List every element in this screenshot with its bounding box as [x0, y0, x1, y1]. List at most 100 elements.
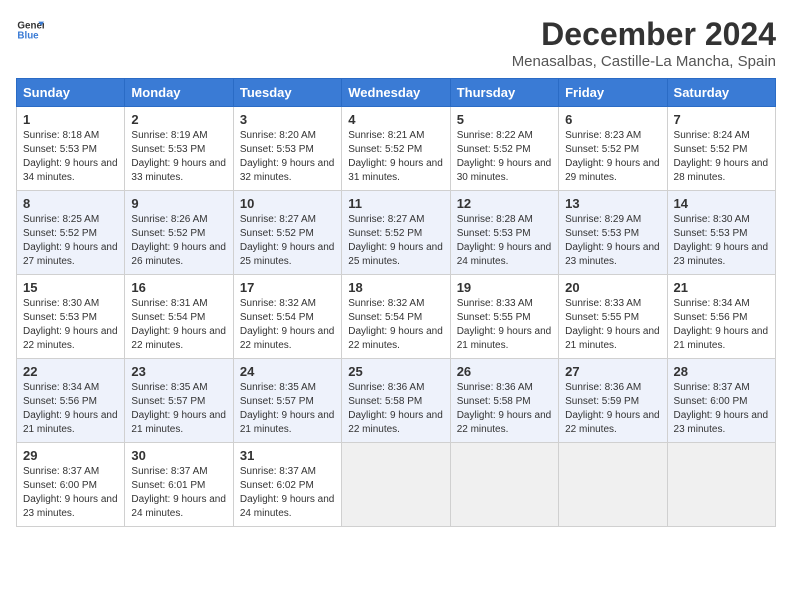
- day-number: 8: [23, 196, 118, 211]
- page-header: General Blue December 2024 Menasalbas, C…: [16, 16, 776, 70]
- day-info: Sunrise: 8:37 AMSunset: 6:00 PMDaylight:…: [674, 381, 769, 437]
- day-number: 2: [131, 112, 226, 127]
- table-row: 22 Sunrise: 8:34 AMSunset: 5:56 PMDaylig…: [17, 359, 125, 443]
- day-info: Sunrise: 8:36 AMSunset: 5:58 PMDaylight:…: [348, 381, 443, 437]
- table-row: 21 Sunrise: 8:34 AMSunset: 5:56 PMDaylig…: [667, 275, 775, 359]
- logo: General Blue: [16, 16, 44, 44]
- calendar-week: 15 Sunrise: 8:30 AMSunset: 5:53 PMDaylig…: [17, 275, 776, 359]
- day-number: 11: [348, 196, 443, 211]
- day-info: Sunrise: 8:32 AMSunset: 5:54 PMDaylight:…: [348, 297, 443, 353]
- day-info: Sunrise: 8:34 AMSunset: 5:56 PMDaylight:…: [23, 381, 118, 437]
- day-number: 7: [674, 112, 769, 127]
- table-row: [559, 443, 667, 527]
- calendar-week: 29 Sunrise: 8:37 AMSunset: 6:00 PMDaylig…: [17, 443, 776, 527]
- table-row: 10 Sunrise: 8:27 AMSunset: 5:52 PMDaylig…: [233, 191, 341, 275]
- calendar-table: Sunday Monday Tuesday Wednesday Thursday…: [16, 78, 776, 527]
- day-info: Sunrise: 8:36 AMSunset: 5:58 PMDaylight:…: [457, 381, 552, 437]
- day-number: 13: [565, 196, 660, 211]
- day-number: 23: [131, 364, 226, 379]
- col-sunday: Sunday: [17, 79, 125, 107]
- day-number: 1: [23, 112, 118, 127]
- header-row: Sunday Monday Tuesday Wednesday Thursday…: [17, 79, 776, 107]
- day-number: 5: [457, 112, 552, 127]
- day-number: 26: [457, 364, 552, 379]
- table-row: 12 Sunrise: 8:28 AMSunset: 5:53 PMDaylig…: [450, 191, 558, 275]
- month-title: December 2024: [512, 16, 776, 53]
- day-number: 29: [23, 448, 118, 463]
- day-number: 16: [131, 280, 226, 295]
- table-row: 23 Sunrise: 8:35 AMSunset: 5:57 PMDaylig…: [125, 359, 233, 443]
- day-info: Sunrise: 8:36 AMSunset: 5:59 PMDaylight:…: [565, 381, 660, 437]
- day-info: Sunrise: 8:29 AMSunset: 5:53 PMDaylight:…: [565, 213, 660, 269]
- day-info: Sunrise: 8:37 AMSunset: 6:00 PMDaylight:…: [23, 465, 118, 521]
- col-thursday: Thursday: [450, 79, 558, 107]
- col-saturday: Saturday: [667, 79, 775, 107]
- day-info: Sunrise: 8:24 AMSunset: 5:52 PMDaylight:…: [674, 129, 769, 185]
- day-info: Sunrise: 8:33 AMSunset: 5:55 PMDaylight:…: [565, 297, 660, 353]
- day-number: 17: [240, 280, 335, 295]
- calendar-week: 8 Sunrise: 8:25 AMSunset: 5:52 PMDayligh…: [17, 191, 776, 275]
- table-row: 3 Sunrise: 8:20 AMSunset: 5:53 PMDayligh…: [233, 107, 341, 191]
- calendar-week: 1 Sunrise: 8:18 AMSunset: 5:53 PMDayligh…: [17, 107, 776, 191]
- day-number: 19: [457, 280, 552, 295]
- table-row: 17 Sunrise: 8:32 AMSunset: 5:54 PMDaylig…: [233, 275, 341, 359]
- day-info: Sunrise: 8:25 AMSunset: 5:52 PMDaylight:…: [23, 213, 118, 269]
- table-row: 31 Sunrise: 8:37 AMSunset: 6:02 PMDaylig…: [233, 443, 341, 527]
- day-info: Sunrise: 8:33 AMSunset: 5:55 PMDaylight:…: [457, 297, 552, 353]
- day-info: Sunrise: 8:21 AMSunset: 5:52 PMDaylight:…: [348, 129, 443, 185]
- day-info: Sunrise: 8:18 AMSunset: 5:53 PMDaylight:…: [23, 129, 118, 185]
- table-row: 15 Sunrise: 8:30 AMSunset: 5:53 PMDaylig…: [17, 275, 125, 359]
- day-number: 10: [240, 196, 335, 211]
- day-info: Sunrise: 8:37 AMSunset: 6:01 PMDaylight:…: [131, 465, 226, 521]
- table-row: 27 Sunrise: 8:36 AMSunset: 5:59 PMDaylig…: [559, 359, 667, 443]
- day-info: Sunrise: 8:20 AMSunset: 5:53 PMDaylight:…: [240, 129, 335, 185]
- day-number: 21: [674, 280, 769, 295]
- table-row: 29 Sunrise: 8:37 AMSunset: 6:00 PMDaylig…: [17, 443, 125, 527]
- calendar-week: 22 Sunrise: 8:34 AMSunset: 5:56 PMDaylig…: [17, 359, 776, 443]
- day-info: Sunrise: 8:22 AMSunset: 5:52 PMDaylight:…: [457, 129, 552, 185]
- day-number: 25: [348, 364, 443, 379]
- day-number: 22: [23, 364, 118, 379]
- day-number: 24: [240, 364, 335, 379]
- col-monday: Monday: [125, 79, 233, 107]
- day-info: Sunrise: 8:32 AMSunset: 5:54 PMDaylight:…: [240, 297, 335, 353]
- table-row: 20 Sunrise: 8:33 AMSunset: 5:55 PMDaylig…: [559, 275, 667, 359]
- table-row: 14 Sunrise: 8:30 AMSunset: 5:53 PMDaylig…: [667, 191, 775, 275]
- table-row: 26 Sunrise: 8:36 AMSunset: 5:58 PMDaylig…: [450, 359, 558, 443]
- table-row: 13 Sunrise: 8:29 AMSunset: 5:53 PMDaylig…: [559, 191, 667, 275]
- day-info: Sunrise: 8:28 AMSunset: 5:53 PMDaylight:…: [457, 213, 552, 269]
- table-row: 25 Sunrise: 8:36 AMSunset: 5:58 PMDaylig…: [342, 359, 450, 443]
- table-row: 16 Sunrise: 8:31 AMSunset: 5:54 PMDaylig…: [125, 275, 233, 359]
- day-info: Sunrise: 8:31 AMSunset: 5:54 PMDaylight:…: [131, 297, 226, 353]
- col-tuesday: Tuesday: [233, 79, 341, 107]
- day-number: 31: [240, 448, 335, 463]
- day-number: 3: [240, 112, 335, 127]
- day-number: 28: [674, 364, 769, 379]
- day-info: Sunrise: 8:27 AMSunset: 5:52 PMDaylight:…: [240, 213, 335, 269]
- day-number: 4: [348, 112, 443, 127]
- day-info: Sunrise: 8:35 AMSunset: 5:57 PMDaylight:…: [131, 381, 226, 437]
- table-row: 28 Sunrise: 8:37 AMSunset: 6:00 PMDaylig…: [667, 359, 775, 443]
- day-number: 18: [348, 280, 443, 295]
- day-number: 20: [565, 280, 660, 295]
- day-info: Sunrise: 8:35 AMSunset: 5:57 PMDaylight:…: [240, 381, 335, 437]
- day-info: Sunrise: 8:19 AMSunset: 5:53 PMDaylight:…: [131, 129, 226, 185]
- table-row: 4 Sunrise: 8:21 AMSunset: 5:52 PMDayligh…: [342, 107, 450, 191]
- day-number: 14: [674, 196, 769, 211]
- table-row: 1 Sunrise: 8:18 AMSunset: 5:53 PMDayligh…: [17, 107, 125, 191]
- table-row: [667, 443, 775, 527]
- day-info: Sunrise: 8:23 AMSunset: 5:52 PMDaylight:…: [565, 129, 660, 185]
- day-number: 9: [131, 196, 226, 211]
- table-row: 5 Sunrise: 8:22 AMSunset: 5:52 PMDayligh…: [450, 107, 558, 191]
- table-row: [450, 443, 558, 527]
- table-row: 30 Sunrise: 8:37 AMSunset: 6:01 PMDaylig…: [125, 443, 233, 527]
- table-row: 8 Sunrise: 8:25 AMSunset: 5:52 PMDayligh…: [17, 191, 125, 275]
- day-number: 12: [457, 196, 552, 211]
- title-block: December 2024 Menasalbas, Castille-La Ma…: [512, 16, 776, 70]
- day-info: Sunrise: 8:27 AMSunset: 5:52 PMDaylight:…: [348, 213, 443, 269]
- table-row: 2 Sunrise: 8:19 AMSunset: 5:53 PMDayligh…: [125, 107, 233, 191]
- day-info: Sunrise: 8:30 AMSunset: 5:53 PMDaylight:…: [23, 297, 118, 353]
- table-row: 11 Sunrise: 8:27 AMSunset: 5:52 PMDaylig…: [342, 191, 450, 275]
- table-row: 19 Sunrise: 8:33 AMSunset: 5:55 PMDaylig…: [450, 275, 558, 359]
- table-row: 18 Sunrise: 8:32 AMSunset: 5:54 PMDaylig…: [342, 275, 450, 359]
